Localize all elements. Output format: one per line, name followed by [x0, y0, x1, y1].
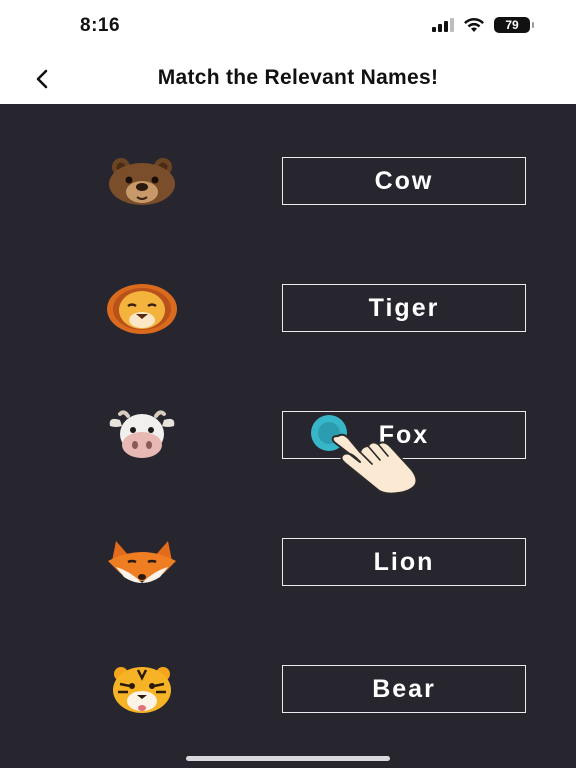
status-icons: 79: [432, 17, 534, 33]
name-label: Tiger: [368, 293, 440, 322]
name-option-tiger[interactable]: Tiger: [282, 284, 526, 332]
name-option-lion[interactable]: Lion: [282, 538, 526, 586]
name-option-cow[interactable]: Cow: [282, 157, 526, 205]
name-option-fox[interactable]: Fox: [282, 411, 526, 459]
home-indicator: [186, 756, 390, 761]
name-label: Bear: [372, 674, 436, 703]
fox-face-icon[interactable]: [106, 537, 178, 589]
name-option-bear[interactable]: Bear: [282, 665, 526, 713]
battery-level: 79: [505, 18, 519, 32]
cow-face-icon[interactable]: [106, 410, 178, 462]
page-title: Match the Relevant Names!: [157, 66, 439, 89]
nav-bar: Match the Relevant Names!: [0, 52, 576, 104]
cellular-signal-icon: [432, 18, 454, 32]
tiger-face-icon[interactable]: [106, 664, 178, 716]
name-label: Lion: [373, 547, 435, 576]
lion-face-icon[interactable]: [106, 283, 178, 335]
battery-icon: 79: [494, 17, 534, 33]
status-bar: 8:16 79: [0, 0, 576, 52]
name-label: Cow: [374, 166, 434, 195]
wifi-icon: [464, 17, 484, 32]
status-time: 8:16: [80, 15, 121, 36]
name-label: Fox: [378, 420, 430, 449]
bear-face-icon[interactable]: [106, 156, 178, 208]
